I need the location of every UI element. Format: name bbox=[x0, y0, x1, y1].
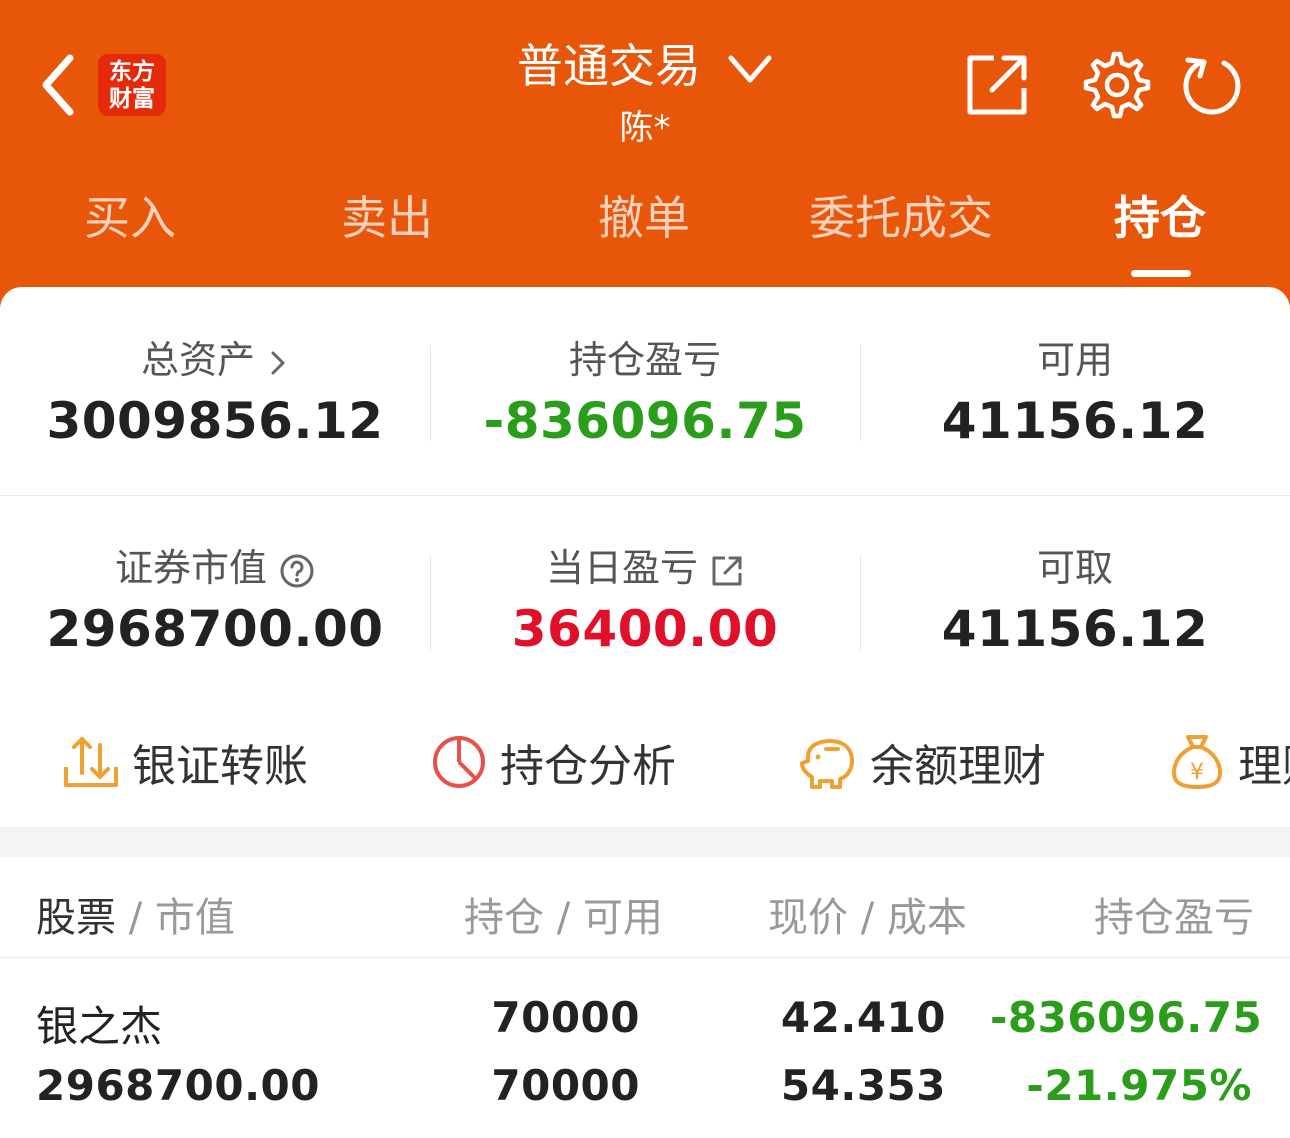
column-header-stock: 股票 / 市值 bbox=[36, 895, 235, 941]
section-gap bbox=[0, 827, 1290, 857]
refresh-icon[interactable] bbox=[1180, 54, 1242, 116]
stock-name: 银之杰 bbox=[36, 1002, 163, 1051]
current-price: 42.410 bbox=[780, 993, 946, 1042]
position-pnl: -836096.75 bbox=[990, 993, 1263, 1042]
chevron-down-icon bbox=[728, 55, 772, 83]
withdrawable-label: 可取 bbox=[1036, 546, 1113, 590]
daily-pnl[interactable]: 当日盈亏 36400.00 bbox=[430, 537, 860, 658]
withdrawable-funds: 可取 41156.12 bbox=[860, 537, 1290, 658]
quick-action-label: 持仓分析 bbox=[500, 741, 676, 792]
page-title: 普通交易 bbox=[517, 39, 701, 93]
chevron-right-icon bbox=[271, 351, 285, 374]
external-link-icon bbox=[712, 556, 742, 585]
money-bag-icon: ¥ bbox=[1172, 735, 1222, 789]
position-pnl-label: 持仓盈亏 bbox=[568, 338, 721, 382]
market-value-label: 证券市值 bbox=[114, 546, 267, 590]
divider bbox=[0, 957, 1290, 958]
available-label: 可用 bbox=[1036, 338, 1113, 382]
cost-price: 54.353 bbox=[780, 1061, 946, 1110]
tab-positions[interactable]: 持仓 bbox=[1030, 185, 1290, 251]
bank-securities-transfer-button[interactable]: 银证转账 bbox=[62, 727, 308, 797]
withdrawable-value: 41156.12 bbox=[941, 600, 1209, 658]
wealth-management-button[interactable]: ¥ 理财 bbox=[1168, 727, 1290, 797]
total-assets-label: 总资产 bbox=[140, 338, 255, 382]
position-qty: 70000 bbox=[491, 993, 640, 1042]
position-pnl-value: -836096.75 bbox=[483, 392, 807, 450]
available-qty: 70000 bbox=[491, 1061, 640, 1110]
securities-market-value: 证券市值 2968700.00 bbox=[0, 537, 430, 658]
column-header-price: 现价 / 成本 bbox=[768, 895, 967, 941]
daily-pnl-label: 当日盈亏 bbox=[545, 546, 698, 590]
balance-wealth-button[interactable]: 余额理财 bbox=[798, 727, 1046, 797]
column-header-position: 持仓 / 可用 bbox=[464, 895, 663, 941]
quick-action-label: 理财 bbox=[1238, 741, 1290, 792]
available-funds: 可用 41156.12 bbox=[860, 329, 1290, 450]
column-header-pnl: 持仓盈亏 bbox=[1094, 895, 1254, 941]
app-header: 东方 财富 普通交易 陈* 买入 卖出 撤单 委托成交 持仓 bbox=[0, 0, 1290, 320]
daily-pnl-value: 36400.00 bbox=[511, 600, 779, 658]
account-summary-card: 总资产 3009856.12 持仓盈亏 -836096.75 可用 41156.… bbox=[0, 287, 1290, 827]
available-value: 41156.12 bbox=[941, 392, 1209, 450]
svg-text:¥: ¥ bbox=[1190, 760, 1204, 785]
stock-market-value: 2968700.00 bbox=[36, 1061, 320, 1110]
pie-chart-icon bbox=[433, 736, 485, 788]
trade-tabs: 买入 卖出 撤单 委托成交 持仓 bbox=[0, 185, 1290, 255]
tab-sell[interactable]: 卖出 bbox=[257, 185, 517, 251]
tab-orders[interactable]: 委托成交 bbox=[771, 185, 1031, 251]
position-pnl: 持仓盈亏 -836096.75 bbox=[430, 329, 860, 450]
divider bbox=[0, 495, 1290, 496]
position-analysis-button[interactable]: 持仓分析 bbox=[430, 727, 676, 797]
share-icon[interactable] bbox=[964, 52, 1030, 118]
position-pnl-percent: -21.975% bbox=[1026, 1061, 1252, 1110]
quick-action-label: 银证转账 bbox=[132, 741, 308, 792]
transfer-icon bbox=[64, 737, 118, 787]
holdings-list: 股票 / 市值 持仓 / 可用 现价 / 成本 持仓盈亏 银之杰 2968700… bbox=[0, 857, 1290, 1138]
piggy-bank-icon bbox=[800, 739, 854, 789]
total-assets[interactable]: 总资产 3009856.12 bbox=[0, 329, 430, 450]
active-tab-indicator bbox=[1131, 270, 1191, 277]
tab-buy[interactable]: 买入 bbox=[0, 185, 260, 251]
gear-icon[interactable] bbox=[1082, 50, 1152, 120]
help-icon[interactable] bbox=[279, 553, 315, 589]
quick-action-label: 余额理财 bbox=[870, 741, 1046, 792]
tab-cancel[interactable]: 撤单 bbox=[514, 185, 774, 251]
total-assets-value: 3009856.12 bbox=[46, 392, 384, 450]
market-value-value: 2968700.00 bbox=[46, 600, 384, 658]
